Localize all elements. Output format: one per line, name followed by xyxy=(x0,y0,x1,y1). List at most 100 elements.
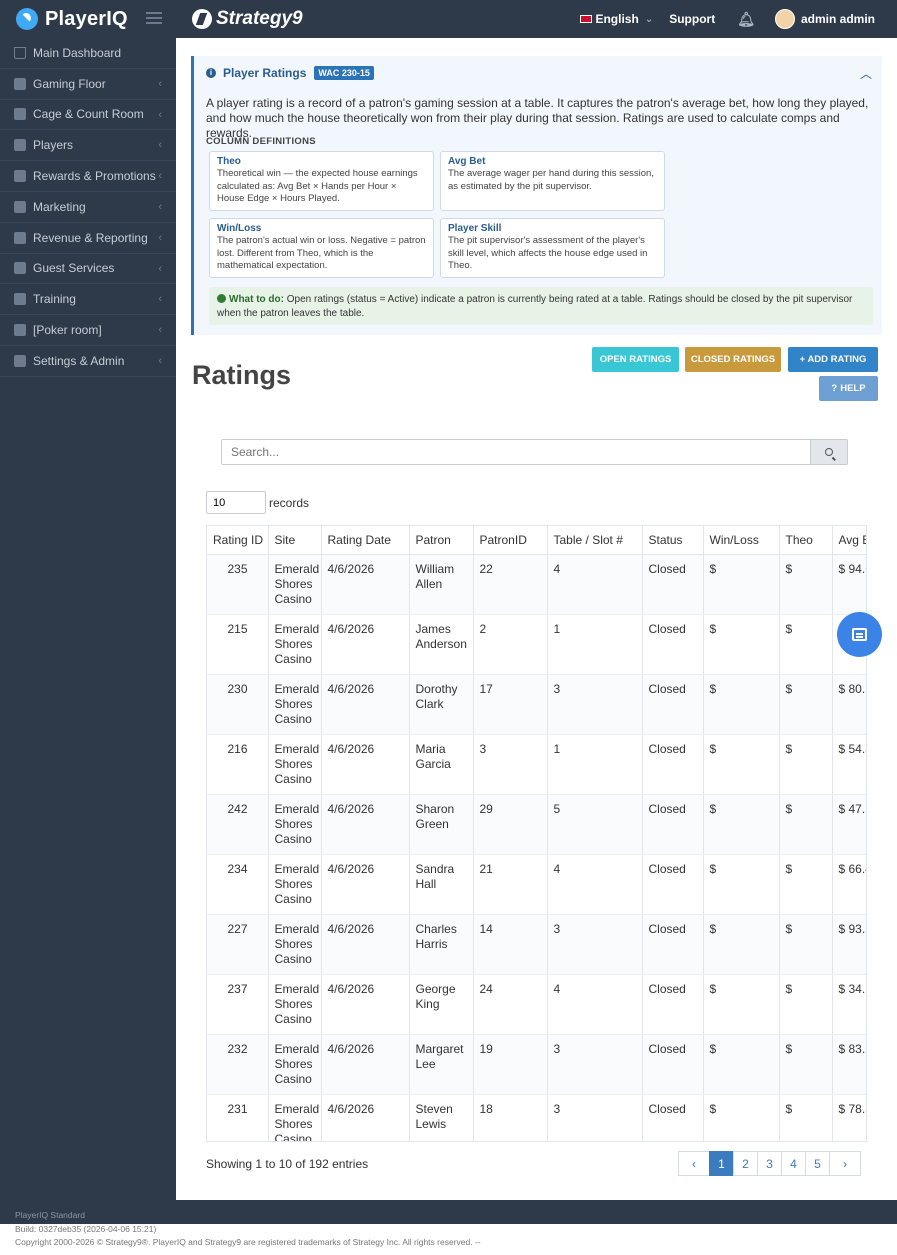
build-label: Build: 0327deb35 (2026-04-06 15:21) xyxy=(15,1224,157,1234)
strategy9-text: Strategy9 xyxy=(216,8,303,29)
closed-ratings-button[interactable]: CLOSED RATINGS xyxy=(685,347,781,372)
support-link[interactable]: Support xyxy=(669,12,715,26)
home-icon xyxy=(14,46,26,59)
pagination-prev[interactable]: ‹ xyxy=(678,1151,710,1176)
cell-site: Emerald Shores Casino xyxy=(268,674,322,735)
pagination-page-3[interactable]: 3 xyxy=(757,1151,782,1176)
chevron-left-icon: ‹ xyxy=(158,77,162,90)
search-button[interactable] xyxy=(810,440,847,464)
info-panel-header[interactable]: i Player Ratings WAC 230-15 xyxy=(206,66,374,80)
table-row[interactable]: 227 Emerald Shores Casino 4/6/2026 Charles … xyxy=(207,914,866,975)
column-header[interactable]: Theo xyxy=(779,526,833,555)
cell-pid: 3 xyxy=(473,734,548,795)
wac-badge: WAC 230-15 xyxy=(314,66,374,80)
table-row[interactable]: 242 Emerald Shores Casino 4/6/2026 Sharon G… xyxy=(207,794,866,855)
pagination-page-1[interactable]: 1 xyxy=(709,1151,734,1176)
bell-icon[interactable]: 🔔︎ xyxy=(737,11,755,28)
sidebar-item-poker-room[interactable]: [Poker room] ‹ xyxy=(0,315,176,346)
definition-text: The average wager per hand during this s… xyxy=(448,168,654,192)
sidebar-item-guest-services[interactable]: Guest Services ‹ xyxy=(0,254,176,285)
cell-date: 4/6/2026 xyxy=(321,854,410,915)
table-row[interactable]: 215 Emerald Shores Casino 4/6/2026 James An… xyxy=(207,614,866,675)
user-menu[interactable]: admin admin xyxy=(801,12,875,26)
sidebar-item-marketing[interactable]: Marketing ‹ xyxy=(0,192,176,223)
cell-date: 4/6/2026 xyxy=(321,974,410,1035)
graduation-cap-icon xyxy=(14,293,26,306)
cell-table: 3 xyxy=(547,914,643,975)
cell-status: Closed xyxy=(642,854,704,915)
pagination-next[interactable]: › xyxy=(829,1151,861,1176)
footer-band xyxy=(0,1200,897,1224)
cell-winloss: $ xyxy=(703,554,780,615)
sidebar-item-label: Guest Services xyxy=(33,261,115,276)
sidebar-item-label: Main Dashboard xyxy=(33,45,122,60)
page-length-input[interactable] xyxy=(206,491,266,514)
sidebar-item-gaming-floor[interactable]: Gaming Floor ‹ xyxy=(0,69,176,100)
menu-toggle-icon[interactable] xyxy=(146,12,162,24)
chevron-left-icon: ‹ xyxy=(158,324,162,337)
chevron-left-icon: ‹ xyxy=(158,354,162,367)
definition-text: Theoretical win — the expected house ear… xyxy=(217,168,418,204)
strategy9-logo-icon xyxy=(192,9,212,29)
cell-theo: $ xyxy=(779,974,833,1035)
cell-site: Emerald Shores Casino xyxy=(268,614,322,675)
cell-avgbet: $ 94.6 xyxy=(832,554,866,615)
cell-avgbet: $ 83.2 xyxy=(832,1034,866,1095)
sidebar-item-label: Settings & Admin xyxy=(33,353,125,368)
cell-site: Emerald Shores Casino xyxy=(268,794,322,855)
column-header[interactable]: Status xyxy=(642,526,704,555)
column-header[interactable]: Table / Slot # xyxy=(547,526,643,555)
add-rating-button[interactable]: + ADD RATING xyxy=(788,347,878,372)
sidebar-item-rewards-promotions[interactable]: Rewards & Promotions ‹ xyxy=(0,161,176,192)
ratings-table-wrapper[interactable]: Rating ID Site Rating Date Patron PatronID Ta… xyxy=(206,525,867,1142)
cell-theo: $ xyxy=(779,794,833,855)
table-row[interactable]: 230 Emerald Shores Casino 4/6/2026 Dorothy … xyxy=(207,674,866,735)
table-row[interactable]: 237 Emerald Shores Casino 4/6/2026 George K… xyxy=(207,974,866,1035)
column-header[interactable]: Win/Loss xyxy=(703,526,780,555)
column-header[interactable]: Avg B xyxy=(832,526,866,555)
question-icon: ? xyxy=(831,383,838,394)
column-header[interactable]: Patron xyxy=(409,526,474,555)
cell-id: 215 xyxy=(207,614,269,675)
search-input[interactable] xyxy=(222,440,810,464)
cell-theo: $ xyxy=(779,1034,833,1095)
table-row[interactable]: 231 Emerald Shores Casino 4/6/2026 Steven L… xyxy=(207,1094,866,1141)
collapse-chevron-icon[interactable]: ︿ xyxy=(860,65,872,82)
pagination-page-4[interactable]: 4 xyxy=(781,1151,806,1176)
column-header[interactable]: Rating Date xyxy=(321,526,410,555)
language-dropdown[interactable]: English ⌄ xyxy=(580,12,653,26)
column-definitions-heading: COLUMN DEFINITIONS xyxy=(206,136,316,147)
pagination-page-2[interactable]: 2 xyxy=(733,1151,758,1176)
help-button[interactable]: ? HELP xyxy=(819,376,878,401)
definition-term: Avg Bet xyxy=(448,156,486,167)
table-row[interactable]: 232 Emerald Shores Casino 4/6/2026 Margaret… xyxy=(207,1034,866,1095)
sidebar-item-players[interactable]: Players ‹ xyxy=(0,130,176,162)
avatar[interactable] xyxy=(774,9,795,29)
column-header[interactable]: PatronID xyxy=(473,526,548,555)
column-header[interactable]: Rating ID xyxy=(207,526,269,555)
chat-button[interactable] xyxy=(837,612,882,657)
table-row[interactable]: 234 Emerald Shores Casino 4/6/2026 Sandra H… xyxy=(207,854,866,915)
cell-avgbet: $ 93.5 xyxy=(832,914,866,975)
definition-term: Player Skill xyxy=(448,223,502,234)
sidebar-item-training[interactable]: Training ‹ xyxy=(0,284,176,316)
sidebar-item-revenue-reporting[interactable]: Revenue & Reporting ‹ xyxy=(0,223,176,254)
column-header[interactable]: Site xyxy=(268,526,322,555)
what-to-do-callout: What to do: Open ratings (status = Activ… xyxy=(209,287,873,325)
table-row[interactable]: 235 Emerald Shores Casino 4/6/2026 William … xyxy=(207,554,866,615)
cell-winloss: $ xyxy=(703,1094,780,1141)
cell-avgbet: $ 66.4 xyxy=(832,854,866,915)
sidebar-item-label: Cage & Count Room xyxy=(33,107,144,122)
cell-patron: Dorothy Clark xyxy=(409,674,474,735)
cell-patron: James Anderson xyxy=(409,614,474,675)
sidebar-item-main-dashboard[interactable]: Main Dashboard xyxy=(0,38,176,69)
star-icon xyxy=(14,170,26,183)
sidebar-item-label: Marketing xyxy=(33,199,86,214)
open-ratings-button[interactable]: OPEN RATINGS xyxy=(592,347,679,372)
table-row[interactable]: 216 Emerald Shores Casino 4/6/2026 Maria Ga… xyxy=(207,734,866,795)
definition-card-avg-bet: Avg Bet The average wager per hand durin… xyxy=(440,151,665,211)
pagination-page-5[interactable]: 5 xyxy=(805,1151,830,1176)
sidebar-item-settings-admin[interactable]: Settings & Admin ‹ xyxy=(0,346,176,377)
user-icon xyxy=(14,139,26,152)
sidebar-item-cage-count-room[interactable]: Cage & Count Room ‹ xyxy=(0,100,176,131)
